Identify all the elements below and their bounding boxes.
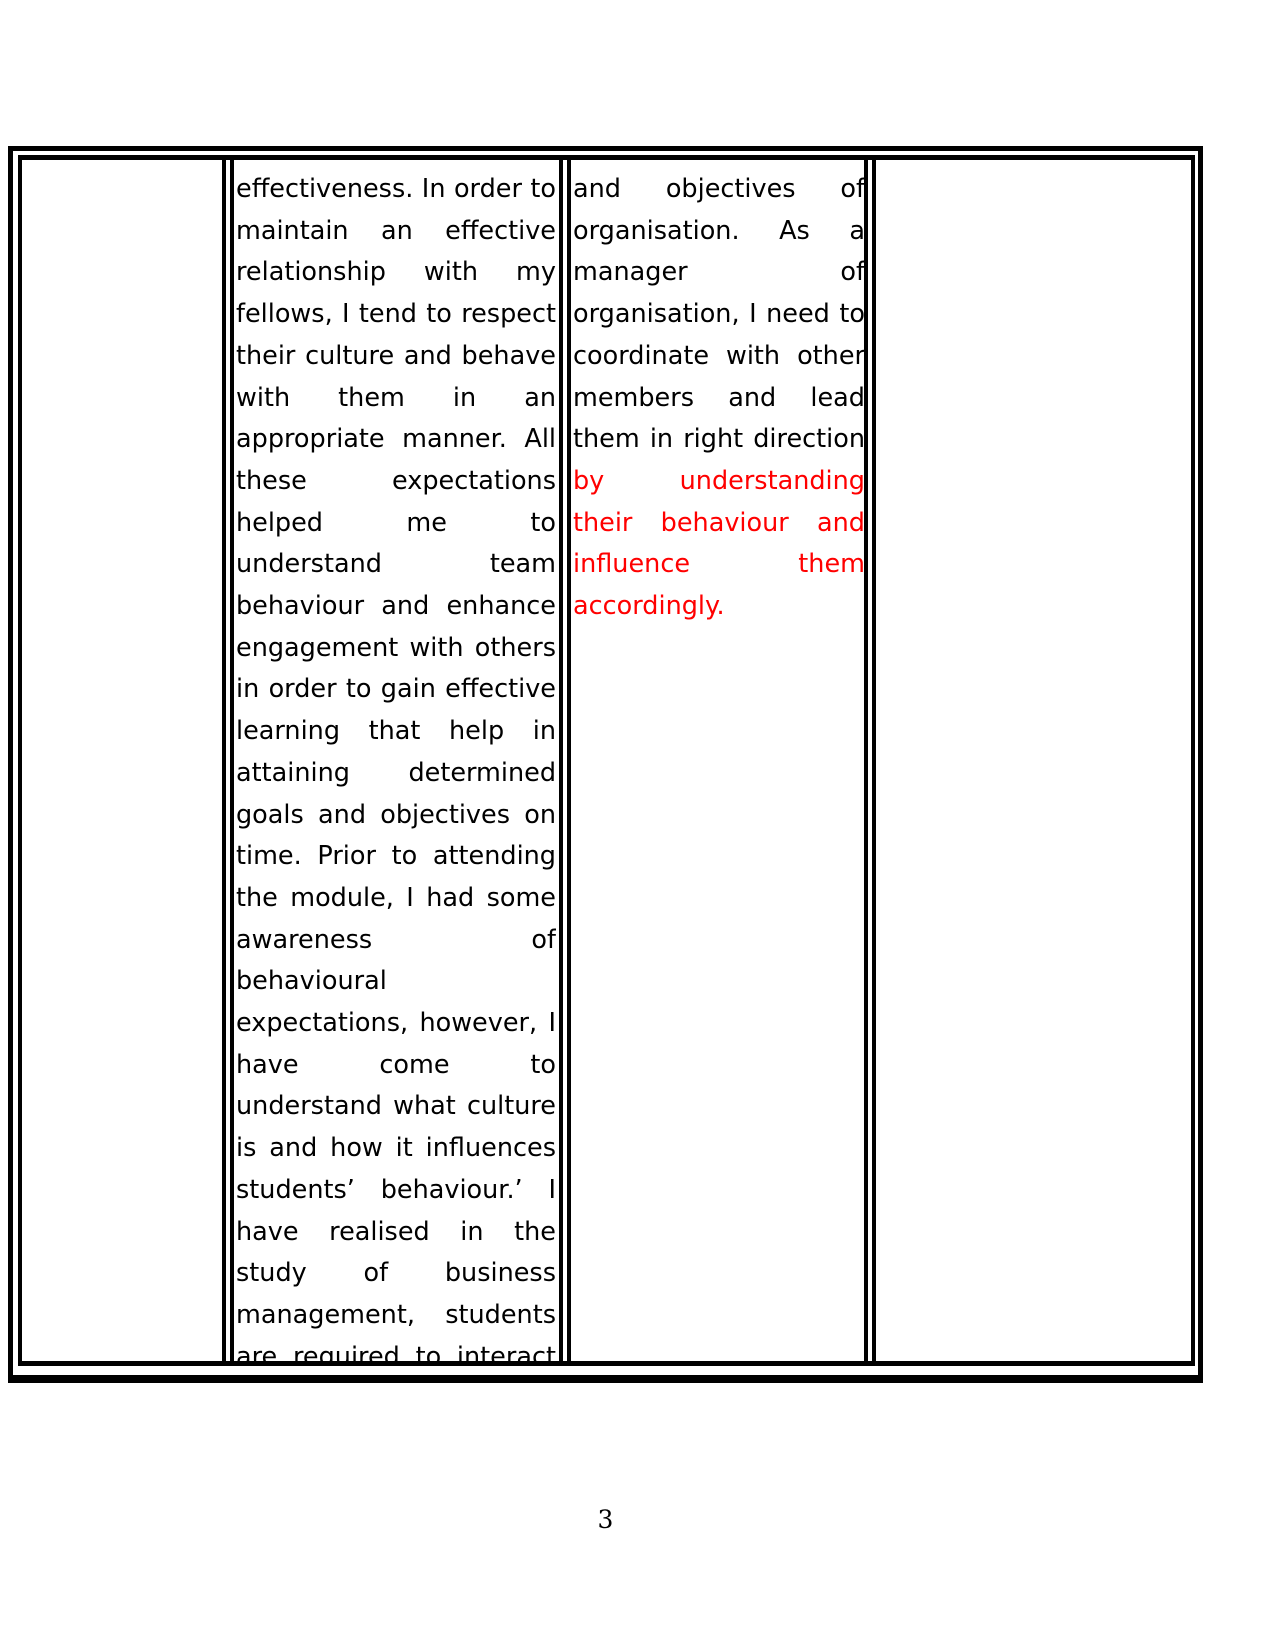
action-text-black-part1: and objectives of organisation. As a man… <box>573 174 865 455</box>
column-divider-1-outer <box>222 155 226 1366</box>
table-border-left-inner <box>18 155 22 1366</box>
page-number: 3 <box>597 1505 614 1534</box>
table-border-bottom-outer <box>8 1375 1203 1383</box>
column-divider-2-inner <box>567 155 571 1366</box>
table-cell-reflection: effectiveness. In order to maintain an e… <box>236 155 556 1366</box>
column-divider-1-inner <box>230 155 234 1366</box>
column-divider-3-inner <box>872 155 876 1366</box>
table-border-top-outer <box>8 146 1203 151</box>
reflection-table: effectiveness. In order to maintain an e… <box>8 146 1203 1386</box>
reflection-text-black-part1: effectiveness. In order to maintain an e… <box>236 174 556 1366</box>
table-border-right-outer <box>1198 146 1203 1383</box>
table-border-right-inner <box>1191 155 1195 1366</box>
table-cell-empty-left <box>26 155 218 1366</box>
document-page: effectiveness. In order to maintain an e… <box>0 0 1275 1650</box>
table-cell-empty-right <box>878 155 1188 1366</box>
cell-text-reflection: effectiveness. In order to maintain an e… <box>236 155 556 1366</box>
table-border-left-outer <box>8 146 13 1383</box>
table-cell-action: and objectives of organisation. As a man… <box>573 155 865 1366</box>
column-divider-2-outer <box>559 155 563 1366</box>
action-text-red-part1: by understanding their behaviour and inf… <box>573 465 865 622</box>
cell-text-action: and objectives of organisation. As a man… <box>573 155 865 628</box>
